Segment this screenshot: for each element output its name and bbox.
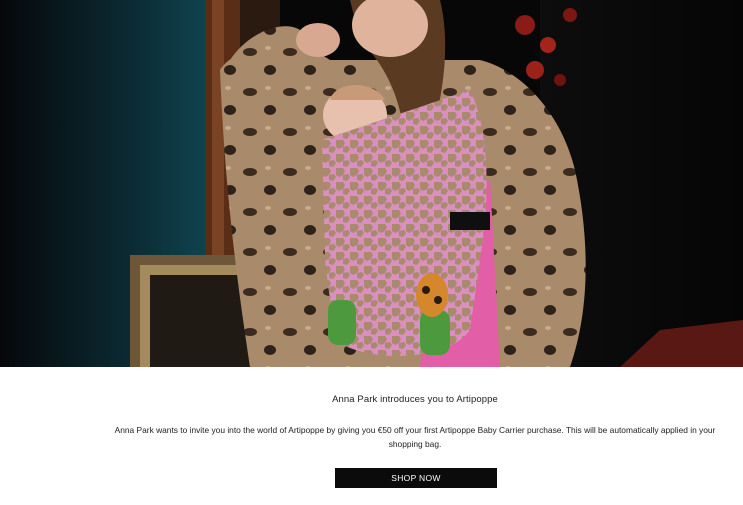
- promo-page: Anna Park introduces you to Artipoppe An…: [0, 0, 743, 505]
- hero-photo-illustration: [0, 0, 743, 367]
- promo-content: Anna Park introduces you to Artipoppe An…: [0, 367, 743, 505]
- promo-headline: Anna Park introduces you to Artipoppe: [332, 394, 498, 405]
- promo-body-text: Anna Park wants to invite you into the w…: [114, 425, 716, 449]
- shop-now-button[interactable]: SHOP NOW: [335, 468, 497, 488]
- hero-image: [0, 0, 743, 367]
